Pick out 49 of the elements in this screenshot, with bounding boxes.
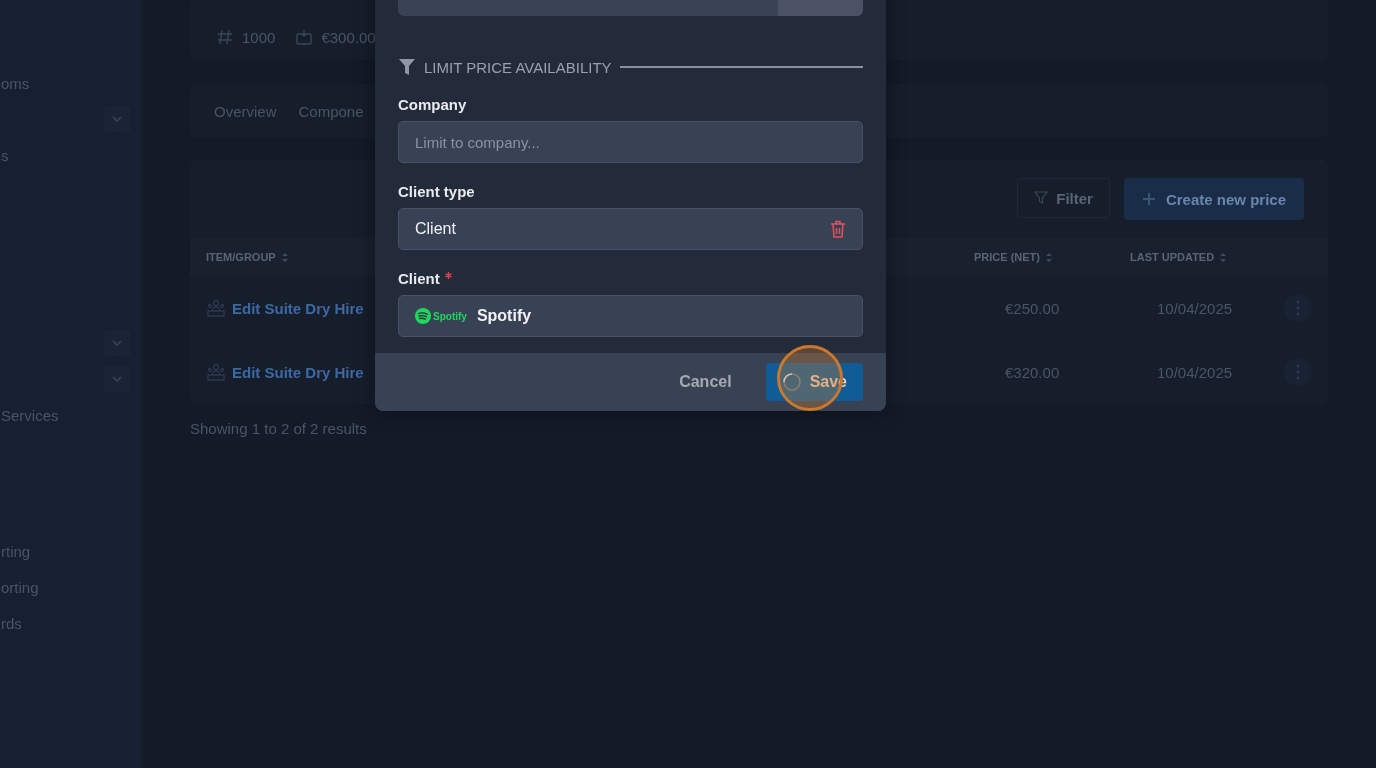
cancel-button[interactable]: Cancel [673, 372, 738, 392]
filter-icon [398, 58, 416, 76]
people-icon [206, 298, 226, 318]
price-cell: €250.00 [1005, 299, 1060, 317]
expand-toggle[interactable] [104, 366, 130, 392]
expand-toggle[interactable] [104, 106, 130, 132]
more-icon [1296, 300, 1300, 316]
date-cell: 10/04/2025 [1157, 363, 1233, 381]
column-header[interactable]: LAST UPDATED [1130, 251, 1228, 263]
box-icon [295, 28, 314, 46]
date-cell: 10/04/2025 [1157, 299, 1233, 317]
client-type-select[interactable]: Client [398, 208, 863, 250]
value-select[interactable]: Spotify Spotify [398, 295, 863, 337]
chevron-icon [111, 337, 123, 349]
section-title: LIMIT PRICE AVAILABILITY [424, 58, 612, 76]
field-label: Company [398, 96, 467, 113]
sort-icon [1045, 251, 1053, 263]
price-text: €300.00 [321, 28, 376, 46]
field-label: Client [398, 270, 440, 287]
more-icon [1296, 364, 1300, 380]
client-logo: Spotify [415, 308, 467, 324]
column-header[interactable]: ITEM/GROUP [206, 251, 289, 263]
people-icon [206, 362, 226, 382]
sound-waves-icon [415, 308, 431, 324]
filter-button[interactable]: Filter [1017, 178, 1110, 218]
results-text: Showing 1 to 2 of 2 results [190, 420, 368, 437]
expand-toggle[interactable] [104, 330, 130, 356]
quantity-text: 1000 [242, 28, 276, 46]
trash-icon[interactable] [830, 220, 846, 238]
tab[interactable]: Overview [214, 102, 277, 120]
sort-icon [1219, 251, 1228, 263]
column-header[interactable]: PRICE (NET) [974, 251, 1053, 263]
create-button[interactable]: Create new price [1123, 178, 1304, 220]
more-button[interactable] [1284, 294, 1312, 322]
chevron-icon [111, 373, 123, 385]
tab[interactable]: Compone [298, 102, 364, 120]
price-cell: €320.00 [1005, 363, 1060, 381]
chevron-icon [111, 113, 123, 125]
filter-icon [1034, 191, 1049, 205]
hash-icon [216, 28, 234, 46]
item-link[interactable]: Edit Suite Dry Hire [232, 363, 364, 381]
item-link[interactable]: Edit Suite Dry Hire [232, 299, 364, 317]
more-button[interactable] [1284, 358, 1312, 386]
company-input[interactable]: Limit to company... [398, 121, 863, 163]
plus-icon [1141, 192, 1156, 206]
field-label: Client type [398, 183, 475, 200]
sort-icon [280, 251, 289, 263]
required-icon [444, 272, 452, 279]
spinner-icon [781, 372, 802, 392]
